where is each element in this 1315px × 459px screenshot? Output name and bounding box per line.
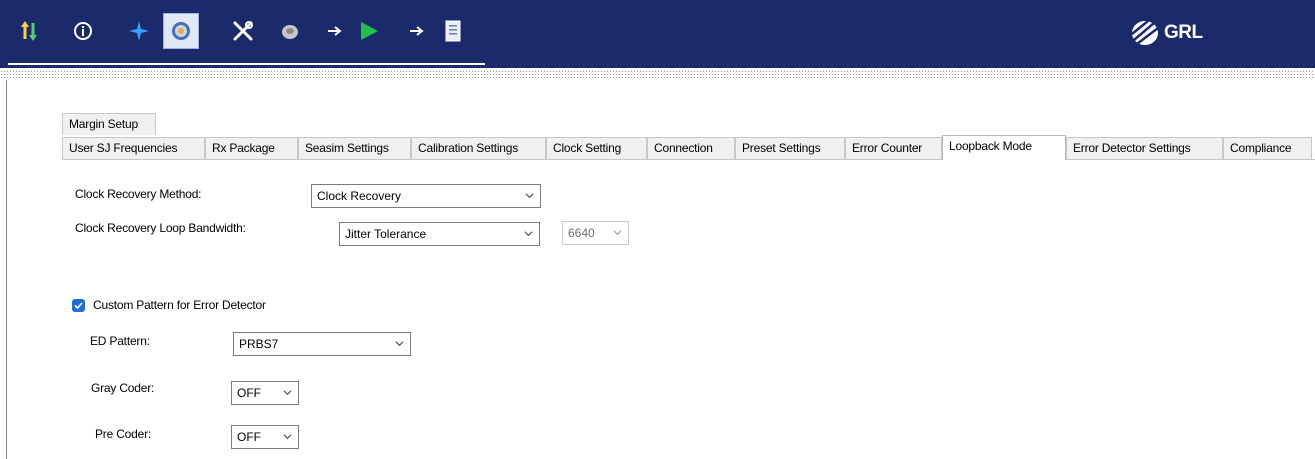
tab-baseline [62, 159, 1315, 160]
arrow-right-icon [325, 14, 345, 48]
loop-bandwidth-label: Clock Recovery Loop Bandwidth: [75, 221, 246, 235]
splitter-grip[interactable] [0, 70, 1315, 80]
pre-coder-select[interactable]: OFF [231, 425, 299, 449]
ed-pattern-select[interactable]: PRBS7 [233, 332, 411, 356]
gray-coder-value: OFF [237, 386, 261, 400]
tab-calibration-settings[interactable]: Calibration Settings [411, 137, 546, 159]
grl-logo: GRL [1130, 19, 1203, 47]
chevron-down-icon [395, 341, 404, 347]
tab-preset-settings[interactable]: Preset Settings [735, 137, 845, 159]
main-toolbar: GRL [0, 0, 1315, 68]
chevron-down-icon [283, 390, 292, 396]
chevron-down-icon [525, 193, 534, 199]
pre-coder-value: OFF [237, 430, 261, 444]
report-document-icon[interactable] [436, 14, 470, 48]
checkmark-icon [74, 302, 83, 310]
plus-icon[interactable] [122, 14, 156, 48]
custom-pattern-checkbox[interactable] [72, 299, 85, 312]
run-play-icon[interactable] [352, 14, 386, 48]
tab-error-detector-settings[interactable]: Error Detector Settings [1066, 137, 1223, 159]
arrow-right-icon [407, 14, 427, 48]
settings-gear-icon[interactable] [163, 13, 199, 49]
tab-user-sj-frequencies[interactable]: User SJ Frequencies [62, 137, 205, 159]
tab-margin-setup[interactable]: Margin Setup [62, 113, 156, 135]
ed-pattern-label: ED Pattern: [90, 334, 150, 348]
clock-recovery-method-label: Clock Recovery Method: [75, 187, 202, 201]
tab-loopback-mode[interactable]: Loopback Mode [942, 135, 1066, 160]
clock-recovery-method-value: Clock Recovery [317, 189, 402, 203]
ed-pattern-value: PRBS7 [239, 337, 279, 351]
toolbar-underline [8, 63, 485, 65]
tab-connection[interactable]: Connection [647, 137, 735, 159]
custom-pattern-label[interactable]: Custom Pattern for Error Detector [93, 298, 266, 312]
loop-bandwidth-value: Jitter Tolerance [345, 227, 427, 241]
tab-seasim-settings[interactable]: Seasim Settings [298, 137, 411, 159]
chevron-down-icon [524, 231, 533, 237]
clock-recovery-method-select[interactable]: Clock Recovery [311, 184, 541, 208]
chevron-down-icon [613, 230, 622, 236]
tab-clock-setting[interactable]: Clock Setting [546, 137, 647, 159]
disc-icon[interactable] [273, 14, 307, 48]
tab-compliance[interactable]: Compliance [1223, 137, 1312, 159]
refresh-arrows-icon[interactable] [12, 14, 46, 48]
grl-logo-icon [1131, 20, 1159, 45]
pre-coder-label: Pre Coder: [95, 427, 152, 441]
tab-error-counter[interactable]: Error Counter [845, 137, 942, 159]
tab-rx-package[interactable]: Rx Package [205, 137, 298, 159]
loop-bandwidth-number-select[interactable]: 6640 [562, 221, 629, 245]
loop-bandwidth-select[interactable]: Jitter Tolerance [339, 222, 540, 246]
logo-text: GRL [1164, 22, 1203, 43]
tools-icon[interactable] [226, 14, 260, 48]
loop-bandwidth-number: 6640 [568, 226, 595, 240]
info-icon[interactable] [66, 14, 100, 48]
panel-left-border [6, 80, 7, 459]
chevron-down-icon [283, 434, 292, 440]
gray-coder-select[interactable]: OFF [231, 381, 299, 405]
gray-coder-label: Gray Coder: [91, 381, 155, 395]
